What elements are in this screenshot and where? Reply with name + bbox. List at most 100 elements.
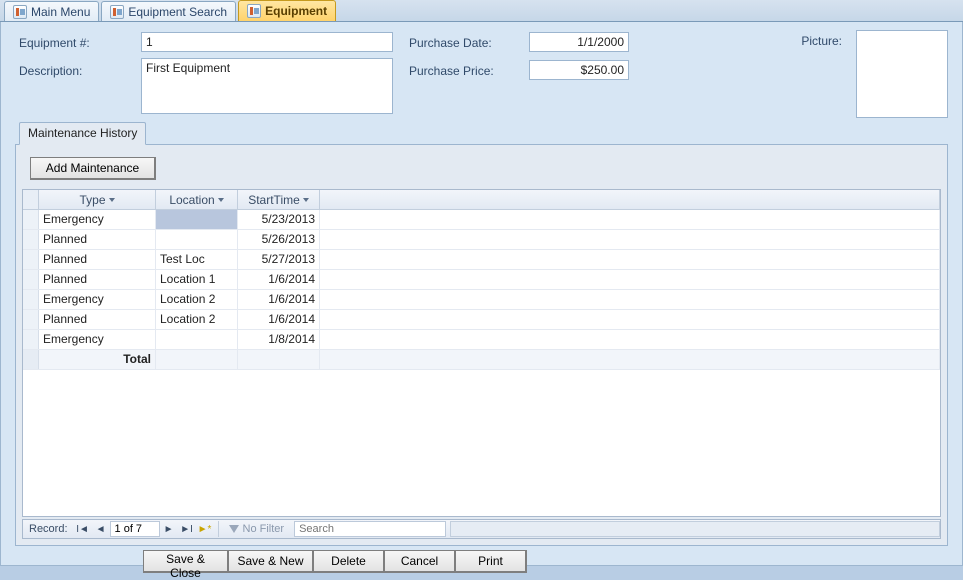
cell-starttime[interactable]: 1/6/2014 (238, 290, 320, 309)
row-selector[interactable] (23, 310, 39, 329)
label-purchase-date: Purchase Date: (409, 36, 492, 50)
form-action-bar: Save & Close Save & New Delete Cancel Pr… (143, 550, 962, 573)
nav-new-record-button[interactable]: ►* (196, 520, 214, 538)
cell-starttime[interactable]: 5/26/2013 (238, 230, 320, 249)
nav-next-button[interactable]: ► (160, 520, 178, 538)
delete-button[interactable]: Delete (313, 550, 385, 573)
row-selector[interactable] (23, 210, 39, 229)
label-purchase-price: Purchase Price: (409, 64, 494, 78)
cell-empty (320, 250, 940, 269)
row-selector[interactable] (23, 330, 39, 349)
cell-starttime[interactable]: 1/6/2014 (238, 310, 320, 329)
column-header-starttime[interactable]: StartTime (238, 190, 320, 209)
cell-empty (320, 350, 940, 369)
chevron-down-icon (218, 198, 224, 202)
total-row: Total (23, 350, 940, 370)
column-header-type[interactable]: Type (39, 190, 156, 209)
cell-type[interactable]: Emergency (39, 290, 156, 309)
cell-location[interactable] (156, 210, 238, 229)
nav-position-field[interactable] (110, 521, 160, 537)
tab-main-menu[interactable]: Main Menu (4, 1, 99, 21)
cell-empty (320, 290, 940, 309)
cell-location[interactable]: Location 2 (156, 310, 238, 329)
nav-no-filter[interactable]: No Filter (223, 523, 291, 535)
cell-type[interactable]: Emergency (39, 210, 156, 229)
form-icon (13, 5, 27, 19)
cell-location[interactable]: Location 2 (156, 290, 238, 309)
nav-search-field[interactable] (294, 521, 446, 537)
cell-type[interactable]: Planned (39, 230, 156, 249)
picture-box[interactable] (856, 30, 948, 118)
cell-location[interactable] (156, 230, 238, 249)
cell-total-label: Total (39, 350, 156, 369)
row-selector (23, 350, 39, 369)
subform-tabstrip: Maintenance History (1, 122, 962, 144)
row-selector[interactable] (23, 270, 39, 289)
horizontal-scrollbar[interactable] (450, 521, 940, 537)
row-selector[interactable] (23, 250, 39, 269)
cell-location[interactable]: Location 1 (156, 270, 238, 289)
cell-type[interactable]: Planned (39, 250, 156, 269)
cell-starttime[interactable]: 1/6/2014 (238, 270, 320, 289)
tab-equipment-search[interactable]: Equipment Search (101, 1, 236, 21)
table-row[interactable]: PlannedTest Loc5/27/2013 (23, 250, 940, 270)
purchase-price-field[interactable] (529, 60, 629, 80)
cell-starttime[interactable]: 5/23/2013 (238, 210, 320, 229)
nav-last-button[interactable]: ►I (178, 520, 196, 538)
cell-type[interactable]: Emergency (39, 330, 156, 349)
chevron-down-icon (109, 198, 115, 202)
equipment-number-field[interactable] (141, 32, 393, 52)
cell-empty (320, 330, 940, 349)
print-button[interactable]: Print (455, 550, 527, 573)
tab-equipment[interactable]: Equipment (238, 0, 336, 21)
form-header-fields: Equipment #: Description: Purchase Date:… (1, 22, 962, 122)
form-icon (110, 5, 124, 19)
column-header-empty (320, 190, 940, 209)
cell-empty (320, 210, 940, 229)
label-description: Description: (19, 64, 82, 78)
table-row[interactable]: PlannedLocation 11/6/2014 (23, 270, 940, 290)
add-maintenance-button[interactable]: Add Maintenance (30, 157, 156, 180)
column-label: Location (169, 193, 214, 207)
row-selector[interactable] (23, 290, 39, 309)
description-field[interactable] (141, 58, 393, 114)
nav-first-button[interactable]: I◄ (74, 520, 92, 538)
save-close-button[interactable]: Save & Close (143, 550, 229, 573)
table-row[interactable]: Emergency 1/8/2014 (23, 330, 940, 350)
column-label: StartTime (248, 193, 300, 207)
cell-empty (320, 310, 940, 329)
no-filter-label: No Filter (243, 523, 285, 535)
table-row[interactable]: Emergency 5/23/2013 (23, 210, 940, 230)
maintenance-datasheet: Type Location StartTime Emergency 5/23/20… (22, 189, 941, 517)
nav-record-label: Record: (23, 523, 74, 535)
cell-empty (320, 230, 940, 249)
cell-empty (320, 270, 940, 289)
tab-label: Equipment Search (128, 5, 227, 19)
cell-type[interactable]: Planned (39, 270, 156, 289)
purchase-date-field[interactable] (529, 32, 629, 52)
row-selector[interactable] (23, 230, 39, 249)
save-new-button[interactable]: Save & New (228, 550, 314, 573)
tab-label: Equipment (265, 4, 327, 18)
select-all-corner[interactable] (23, 190, 39, 209)
tab-maintenance-history[interactable]: Maintenance History (19, 122, 146, 145)
tab-label: Main Menu (31, 5, 90, 19)
table-row[interactable]: EmergencyLocation 21/6/2014 (23, 290, 940, 310)
column-header-location[interactable]: Location (156, 190, 238, 209)
label-equipment-number: Equipment #: (19, 36, 90, 50)
datasheet-body: Emergency5/23/2013Planned5/26/2013Planne… (23, 210, 940, 370)
form-area: Equipment #: Description: Purchase Date:… (0, 22, 963, 566)
cell-location[interactable] (156, 330, 238, 349)
record-navigation-bar: Record: I◄ ◄ ► ►I ►* No Filter (22, 519, 941, 539)
table-row[interactable]: Planned 5/26/2013 (23, 230, 940, 250)
nav-prev-button[interactable]: ◄ (92, 520, 110, 538)
cell-starttime[interactable]: 5/27/2013 (238, 250, 320, 269)
cancel-button[interactable]: Cancel (384, 550, 456, 573)
cell-starttime[interactable]: 1/8/2014 (238, 330, 320, 349)
cell-location[interactable]: Test Loc (156, 250, 238, 269)
window-tab-strip: Main Menu Equipment Search Equipment (0, 0, 963, 22)
separator (218, 521, 219, 537)
chevron-down-icon (303, 198, 309, 202)
table-row[interactable]: PlannedLocation 21/6/2014 (23, 310, 940, 330)
cell-type[interactable]: Planned (39, 310, 156, 329)
